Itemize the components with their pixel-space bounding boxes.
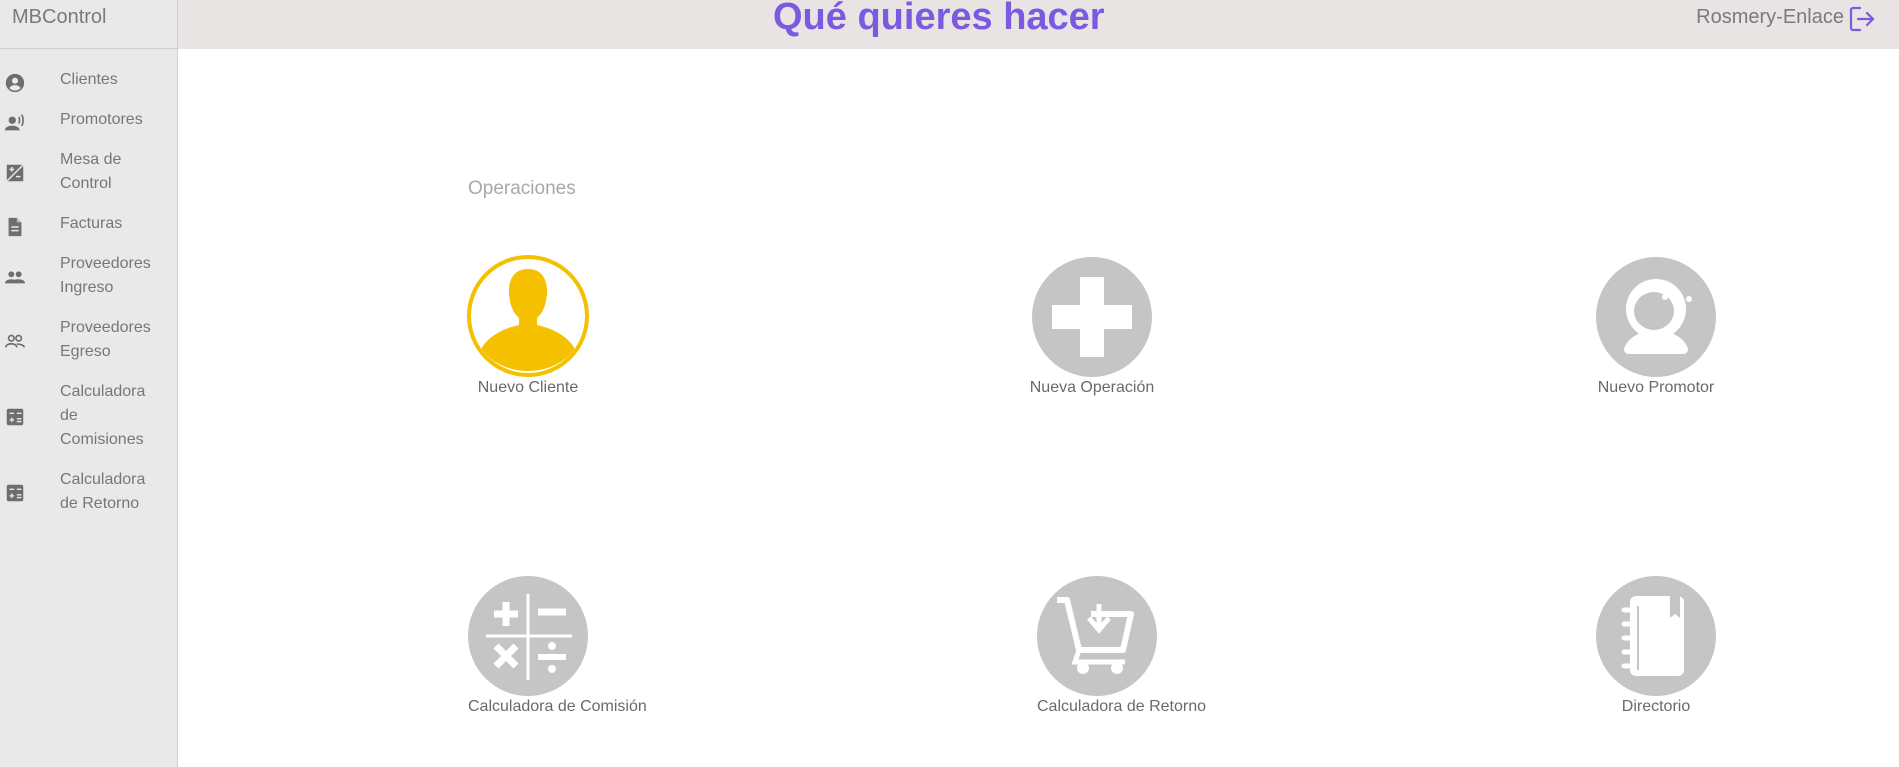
sidebar-nav: Clientes Promotores Mesa de Control Fact…	[0, 60, 177, 524]
new-promoter-button[interactable]: Nuevo Promotor	[1596, 257, 1716, 397]
commission-calculator-button[interactable]: Calculadora de Comisión	[468, 576, 648, 716]
sidebar-item-facturas[interactable]: Facturas	[0, 204, 177, 244]
sidebar-item-proveedores-egreso[interactable]: Proveedores Egreso	[0, 308, 177, 372]
people-icon	[4, 271, 26, 284]
notebook-icon	[1596, 576, 1716, 696]
return-calculator-button[interactable]: Calculadora de Retorno	[1037, 576, 1207, 716]
sidebar-divider	[0, 48, 177, 49]
sidebar-item-label: Promotores	[60, 111, 143, 128]
sidebar-item-label: Proveedores Ingreso	[60, 255, 151, 296]
astronaut-icon	[1596, 257, 1716, 377]
logout-icon[interactable]	[1847, 4, 1877, 34]
sidebar-item-clientes[interactable]: Clientes	[0, 60, 177, 100]
sidebar: MBControl Clientes Promotores Mesa de Co…	[0, 0, 178, 767]
exposure-icon	[6, 164, 24, 182]
op-label: Nuevo Promotor	[1597, 379, 1715, 396]
account-circle-icon	[5, 73, 25, 93]
directory-button[interactable]: Directorio	[1596, 576, 1716, 716]
sidebar-item-label: Facturas	[60, 215, 123, 232]
op-label: Calculadora de Comisión	[468, 698, 647, 715]
sidebar-item-promotores[interactable]: Promotores	[0, 100, 177, 140]
math-operations-icon	[468, 576, 588, 696]
op-label: Directorio	[1621, 698, 1691, 715]
sidebar-item-mesa-de-control[interactable]: Mesa de Control	[0, 140, 177, 204]
new-operation-button[interactable]: Nueva Operación	[1029, 257, 1155, 397]
sidebar-item-label: Calculadora de Comisiones	[60, 383, 146, 448]
calculator-icon	[6, 408, 24, 426]
sidebar-item-label: Clientes	[60, 71, 118, 88]
top-bar: Qué quieres hacer Rosmery-Enlace	[178, 0, 1899, 49]
op-label: Nuevo Cliente	[477, 379, 579, 396]
page-title: Qué quieres hacer	[773, 0, 1105, 38]
document-icon	[8, 217, 22, 237]
sidebar-item-calculadora-de-comisiones[interactable]: Calculadora de Comisiones	[0, 372, 177, 460]
user-name: Rosmery-Enlace	[1696, 6, 1844, 28]
calculator-icon	[6, 484, 24, 502]
person-icon	[467, 255, 589, 377]
sidebar-item-proveedores-ingreso[interactable]: Proveedores Ingreso	[0, 244, 177, 308]
cart-download-icon	[1037, 576, 1157, 696]
plus-icon	[1032, 257, 1152, 377]
sidebar-item-calculadora-de-retorno[interactable]: Calculadora de Retorno	[0, 460, 177, 524]
sidebar-item-label: Proveedores Egreso	[60, 319, 151, 360]
op-label: Nueva Operación	[1029, 379, 1155, 396]
sidebar-item-label: Mesa de Control	[60, 151, 122, 192]
section-label: Operaciones	[468, 178, 576, 199]
brand-logo[interactable]: MBControl	[12, 6, 106, 29]
new-client-button[interactable]: Nuevo Cliente	[466, 255, 590, 397]
people-outline-icon	[5, 334, 25, 348]
op-label: Calculadora de Retorno	[1037, 698, 1206, 715]
record-voice-icon	[4, 114, 24, 131]
sidebar-item-label: Calculadora de Retorno	[60, 471, 146, 512]
